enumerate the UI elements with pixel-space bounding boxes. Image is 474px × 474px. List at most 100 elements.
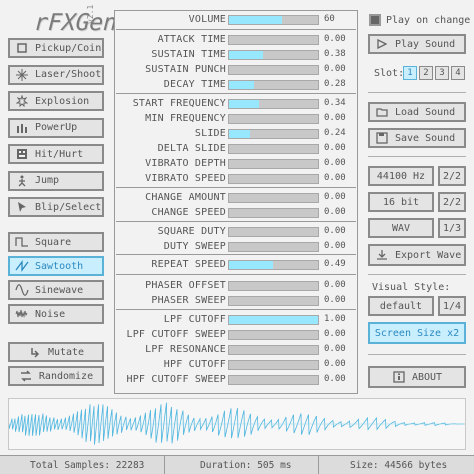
param-slider[interactable] <box>228 315 319 325</box>
param-slider[interactable] <box>228 345 319 355</box>
generator-button[interactable]: Hit/Hurt <box>8 144 104 164</box>
waveform-line <box>8 402 465 445</box>
mutate-icon <box>28 345 42 359</box>
param-row: CHANGE AMOUNT 0.00 <box>114 191 358 205</box>
screen-size-toggle[interactable]: Screen Size x2 <box>368 322 466 344</box>
param-row: VOLUME 60 <box>114 13 358 27</box>
generator-button[interactable]: Pickup/Coin <box>8 38 104 58</box>
param-row: HPF CUTOFF 0.00 <box>114 358 358 372</box>
param-value: 0.00 <box>324 173 346 183</box>
param-row: SUSTAIN TIME 0.38 <box>114 48 358 62</box>
param-value: 0.49 <box>324 259 346 269</box>
param-row: ATTACK TIME 0.00 <box>114 33 358 47</box>
param-slider[interactable] <box>228 208 319 218</box>
param-row: PHASER OFFSET 0.00 <box>114 279 358 293</box>
param-slider[interactable] <box>228 360 319 370</box>
param-label: CHANGE SPEED <box>151 207 226 218</box>
slot-button[interactable]: 1 <box>403 66 417 80</box>
generator-button[interactable]: PowerUp <box>8 117 104 138</box>
param-label: SQUARE DUTY <box>157 226 226 237</box>
param-slider[interactable] <box>228 174 319 184</box>
param-slider[interactable] <box>228 193 319 203</box>
param-slider[interactable] <box>228 15 319 25</box>
explosion-icon <box>15 94 29 108</box>
bit-depth-selector[interactable]: 16 bit <box>368 192 434 212</box>
format-selector[interactable]: WAV <box>368 218 434 238</box>
sample-rate-step-button[interactable]: 2/2 <box>438 166 466 186</box>
param-label: DECAY TIME <box>163 79 226 90</box>
param-label: REPEAT SPEED <box>151 259 226 270</box>
param-value: 0.00 <box>324 329 346 339</box>
play-sound-button[interactable]: Play Sound <box>368 34 466 54</box>
param-value: 0.38 <box>324 49 346 59</box>
param-slider[interactable] <box>228 296 319 306</box>
style-selector[interactable]: default <box>368 296 434 316</box>
style-step-button[interactable]: 1/4 <box>438 296 466 316</box>
param-slider[interactable] <box>228 99 319 109</box>
param-slider[interactable] <box>228 281 319 291</box>
param-value: 0.00 <box>324 158 346 168</box>
generator-button[interactable]: Blip/Select <box>8 197 104 217</box>
param-slider[interactable] <box>228 114 319 124</box>
param-slider[interactable] <box>228 50 319 60</box>
param-row: LPF RESONANCE 0.00 <box>114 343 358 357</box>
param-value: 0.00 <box>324 64 346 74</box>
param-slider[interactable] <box>228 375 319 385</box>
param-slider[interactable] <box>228 242 319 252</box>
sample-rate-value: 44100 Hz <box>376 170 426 182</box>
param-slider[interactable] <box>228 144 319 154</box>
powerup-icon <box>15 121 29 135</box>
slot-button[interactable]: 4 <box>451 66 465 80</box>
param-slider[interactable] <box>228 260 319 270</box>
waveform-button[interactable]: Sawtooth <box>8 256 104 276</box>
randomize-button[interactable]: Randomize <box>8 366 104 386</box>
param-label: DELTA SLIDE <box>157 143 226 154</box>
param-slider[interactable] <box>228 35 319 45</box>
param-value: 1.00 <box>324 314 346 324</box>
param-value: 0.00 <box>324 344 346 354</box>
generator-button[interactable]: Laser/Shoot <box>8 64 104 85</box>
param-label: PHASER OFFSET <box>145 280 226 291</box>
group-divider <box>116 221 356 222</box>
group-divider <box>116 254 356 255</box>
about-button[interactable]: ABOUT <box>368 366 466 388</box>
param-label: CHANGE AMOUNT <box>145 192 226 203</box>
play-on-change-checkbox[interactable] <box>369 14 381 26</box>
param-row: SUSTAIN PUNCH 0.00 <box>114 63 358 77</box>
load-sound-button[interactable]: Load Sound <box>368 102 466 122</box>
app-logo: rFXGen <box>30 10 121 36</box>
waveform-button[interactable]: Sinewave <box>8 280 104 300</box>
slot-button[interactable]: 2 <box>419 66 433 80</box>
save-sound-button[interactable]: Save Sound <box>368 128 466 148</box>
param-slider[interactable] <box>228 227 319 237</box>
status-duration: Duration: 505 ms <box>200 460 292 471</box>
generator-button[interactable]: Explosion <box>8 91 104 111</box>
format-step-button[interactable]: 1/3 <box>438 218 466 238</box>
waveform-label: Square <box>35 236 72 248</box>
format-value: WAV <box>391 222 411 234</box>
param-slider[interactable] <box>228 129 319 139</box>
generator-button[interactable]: Jump <box>8 170 104 191</box>
param-slider[interactable] <box>228 159 319 169</box>
blip-icon <box>15 200 29 214</box>
mutate-button[interactable]: Mutate <box>8 342 104 362</box>
load-sound-label: Load Sound <box>395 106 456 118</box>
bit-depth-step-button[interactable]: 2/2 <box>438 192 466 212</box>
sample-rate-selector[interactable]: 44100 Hz <box>368 166 434 186</box>
param-row: DECAY TIME 0.28 <box>114 78 358 92</box>
export-wave-button[interactable]: Export Wave <box>368 244 466 266</box>
param-slider[interactable] <box>228 65 319 75</box>
save-sound-label: Save Sound <box>395 132 456 144</box>
generator-label: Pickup/Coin <box>35 42 102 54</box>
param-slider[interactable] <box>228 330 319 340</box>
waveform-button[interactable]: Square <box>8 232 104 252</box>
param-row: SLIDE 0.24 <box>114 127 358 141</box>
waveform-display <box>8 398 466 450</box>
generator-label: PowerUp <box>35 122 78 133</box>
param-slider[interactable] <box>228 80 319 90</box>
param-row: LPF CUTOFF 1.00 <box>114 313 358 327</box>
slot-button[interactable]: 3 <box>435 66 449 80</box>
waveform-button[interactable]: Noise <box>8 304 104 324</box>
param-value: 0.00 <box>324 280 346 290</box>
param-value: 0.00 <box>324 226 346 236</box>
